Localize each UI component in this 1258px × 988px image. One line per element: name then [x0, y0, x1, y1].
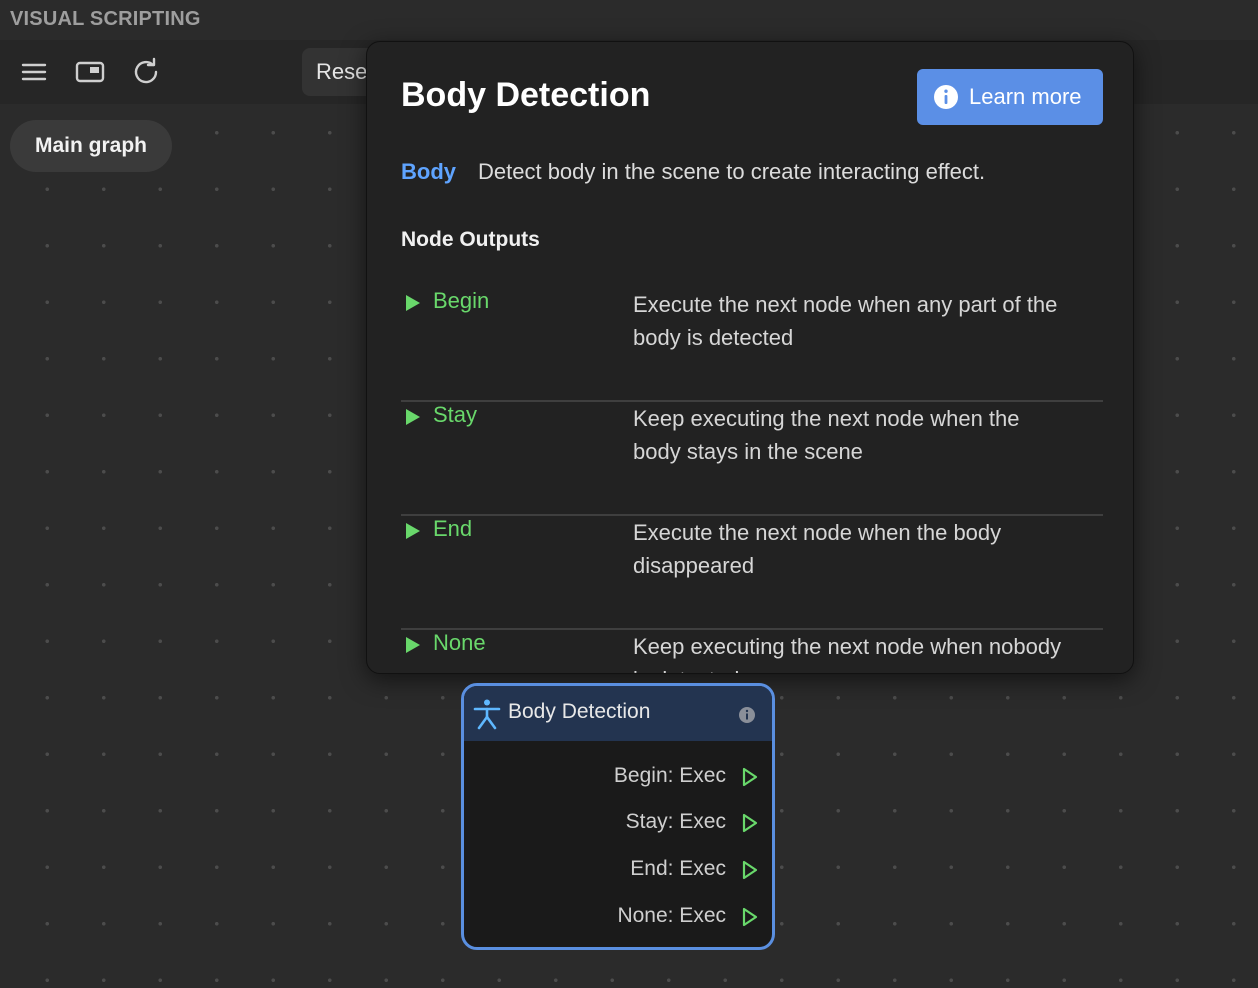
body-detection-node[interactable]: Body Detection Begin: Exec Stay: Exec En… — [461, 683, 775, 950]
output-name: End — [433, 516, 473, 541]
node-description: Detect body in the scene to create inter… — [478, 159, 986, 184]
exec-pin-icon[interactable] — [742, 767, 758, 787]
play-triangle-icon — [406, 523, 420, 539]
node-header[interactable]: Body Detection — [464, 686, 772, 741]
port-none: None: Exec — [500, 904, 760, 934]
category-row: Body Detect body in the scene to create i… — [401, 159, 985, 185]
info-icon[interactable] — [738, 706, 756, 724]
body-person-icon — [473, 699, 501, 730]
port-label: Begin: Exec — [613, 764, 726, 787]
output-description: Execute the next node when any part of t… — [633, 292, 1058, 350]
output-row-stay: Stay Keep executing the next node when t… — [401, 402, 1103, 516]
menu-icon[interactable] — [18, 56, 50, 88]
learn-more-label: Learn more — [969, 84, 1082, 109]
category-tag: Body — [401, 159, 456, 184]
info-icon — [934, 85, 958, 109]
port-label: None: Exec — [617, 904, 726, 927]
output-name: Stay — [433, 402, 478, 427]
play-triangle-icon — [406, 295, 420, 311]
play-triangle-icon — [406, 637, 420, 653]
node-title: Body Detection — [508, 700, 651, 723]
window-icon[interactable] — [74, 56, 106, 88]
exec-pin-icon[interactable] — [742, 860, 758, 880]
refresh-icon[interactable] — [130, 56, 162, 88]
output-name: Begin — [433, 288, 490, 313]
port-stay: Stay: Exec — [500, 810, 760, 840]
exec-pin-icon[interactable] — [742, 813, 758, 833]
output-name: None — [433, 630, 486, 655]
output-description: Execute the next node when the body disa… — [633, 520, 1002, 578]
popup-title: Body Detection — [401, 76, 651, 114]
panel-title: VISUAL SCRIPTING — [10, 8, 201, 30]
port-end: End: Exec — [500, 857, 760, 887]
port-begin: Begin: Exec — [500, 764, 760, 794]
port-label: Stay: Exec — [625, 810, 726, 833]
exec-pin-icon[interactable] — [742, 907, 758, 927]
learn-more-button[interactable]: Learn more — [917, 69, 1103, 125]
outputs-heading: Node Outputs — [401, 228, 540, 251]
node-info-popup: Body Detection Learn more Body Detect bod… — [366, 41, 1134, 674]
output-row-begin: Begin Execute the next node when any par… — [401, 288, 1103, 402]
play-triangle-icon — [406, 409, 420, 425]
port-label: End: Exec — [630, 857, 726, 880]
output-description: Keep executing the next node when the bo… — [633, 406, 1020, 464]
tab-main-graph[interactable]: Main graph — [10, 120, 172, 172]
output-row-end: End Execute the next node when the body … — [401, 516, 1103, 630]
output-row-none: None Keep executing the next node when n… — [401, 630, 1103, 673]
visual-scripting-window: VISUAL SCRIPTING Reset Main graph Body D… — [0, 0, 1258, 988]
output-description: Keep executing the next node when nobody… — [633, 634, 1062, 673]
